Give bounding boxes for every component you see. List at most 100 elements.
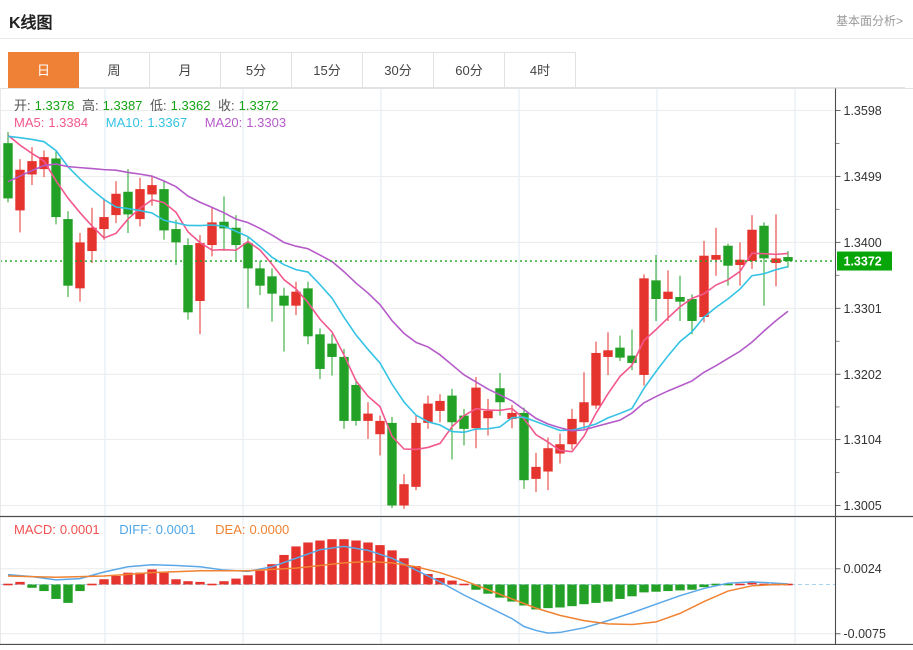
candle-body: [3, 143, 12, 198]
macd-bar: [159, 573, 168, 585]
macd-bar: [387, 550, 396, 584]
macd-bar: [195, 582, 204, 585]
candle-body: [267, 276, 276, 293]
candle-body: [699, 256, 708, 317]
macd-bar: [231, 579, 240, 585]
macd-bar: [363, 542, 372, 584]
candle-body: [51, 158, 60, 217]
candle-body: [531, 467, 540, 479]
macd-bar: [15, 582, 24, 585]
candle-body: [63, 219, 72, 286]
macd-bar: [3, 584, 12, 586]
candle-body: [303, 288, 312, 336]
macd-bar: [39, 585, 48, 592]
macd-bar: [567, 585, 576, 607]
candle-body: [459, 416, 468, 429]
macd-bar: [687, 585, 696, 590]
candle-body: [603, 350, 612, 357]
candle-body: [363, 414, 372, 421]
candle-body: [411, 423, 420, 487]
tab-60min[interactable]: 60分: [434, 52, 505, 88]
candle-body: [351, 385, 360, 421]
candle-body: [591, 353, 600, 406]
macd-bar: [675, 585, 684, 591]
candle-body: [375, 421, 384, 434]
current-price-label: 1.3372: [844, 255, 882, 269]
macd-bar: [183, 581, 192, 584]
candle-body: [87, 228, 96, 251]
macd-bar: [207, 584, 216, 586]
candle-body: [663, 292, 672, 299]
tab-4hour[interactable]: 4时: [505, 52, 576, 88]
candle-body: [255, 268, 264, 285]
fundamental-analysis-link[interactable]: 基本面分析>: [836, 12, 903, 29]
candle-body: [195, 243, 204, 301]
macd-bar: [603, 585, 612, 602]
candle-body: [747, 230, 756, 261]
tab-15min[interactable]: 15分: [292, 52, 363, 88]
candle-body: [711, 255, 720, 260]
macd-bar: [303, 542, 312, 584]
interval-tab-bar: 日周月5分15分30分60分4时: [8, 52, 905, 88]
tab-week[interactable]: 周: [79, 52, 150, 88]
macd-bar: [327, 539, 336, 584]
macd-bar: [735, 584, 744, 586]
candle-body: [327, 344, 336, 357]
price-tick-label: 1.3005: [844, 499, 882, 513]
kline-chart-area[interactable]: 1.35981.34991.34001.33011.32021.31041.30…: [0, 88, 913, 645]
macd-bar: [543, 585, 552, 609]
price-tick-label: 1.3499: [844, 170, 882, 184]
macd-bar: [459, 584, 468, 586]
macd-bar: [531, 585, 540, 610]
page-header: K线图 基本面分析>: [0, 0, 913, 38]
macd-bar: [243, 575, 252, 584]
macd-bar: [219, 581, 228, 584]
macd-bar: [615, 585, 624, 599]
ma10-line: [8, 136, 788, 432]
macd-bar: [279, 555, 288, 585]
header-divider: [0, 38, 913, 39]
tab-30min[interactable]: 30分: [363, 52, 434, 88]
price-tick-label: 1.3202: [844, 368, 882, 382]
candle-body: [315, 334, 324, 369]
macd-bar: [147, 569, 156, 584]
macd-tick-label: -0.0075: [844, 627, 886, 641]
macd-bar: [627, 585, 636, 597]
dea-line: [8, 562, 788, 625]
macd-bar: [699, 585, 708, 588]
macd-bar: [591, 585, 600, 603]
candle-body: [279, 296, 288, 306]
candle-body: [75, 242, 84, 288]
macd-bar: [555, 585, 564, 608]
candle-body: [123, 192, 132, 215]
candle-body: [183, 245, 192, 312]
candle-body: [135, 189, 144, 219]
price-tick-label: 1.3598: [844, 104, 882, 118]
tab-month[interactable]: 月: [150, 52, 221, 88]
macd-bar: [447, 581, 456, 585]
macd-bar: [75, 585, 84, 592]
page-title: K线图: [9, 9, 53, 33]
candle-body: [651, 280, 660, 299]
macd-bar: [99, 579, 108, 584]
macd-bar: [375, 545, 384, 584]
macd-bar: [315, 541, 324, 585]
macd-bar: [579, 585, 588, 605]
tab-5min[interactable]: 5分: [221, 52, 292, 88]
candle-body: [99, 217, 108, 229]
candle-body: [447, 396, 456, 423]
macd-bar: [663, 585, 672, 592]
candle-body: [171, 229, 180, 242]
candle-body: [339, 357, 348, 421]
candle-body: [687, 299, 696, 321]
tab-day[interactable]: 日: [8, 52, 79, 88]
macd-tick-label: 0.0024: [844, 562, 882, 576]
macd-bar: [255, 571, 264, 585]
candle-body: [639, 278, 648, 375]
candle-body: [147, 185, 156, 194]
macd-bar: [171, 579, 180, 584]
kline-chart-canvas[interactable]: 1.35981.34991.34001.33011.32021.31041.30…: [0, 88, 913, 645]
macd-bar: [27, 585, 36, 588]
candle-body: [579, 402, 588, 422]
price-tick-label: 1.3104: [844, 433, 882, 447]
